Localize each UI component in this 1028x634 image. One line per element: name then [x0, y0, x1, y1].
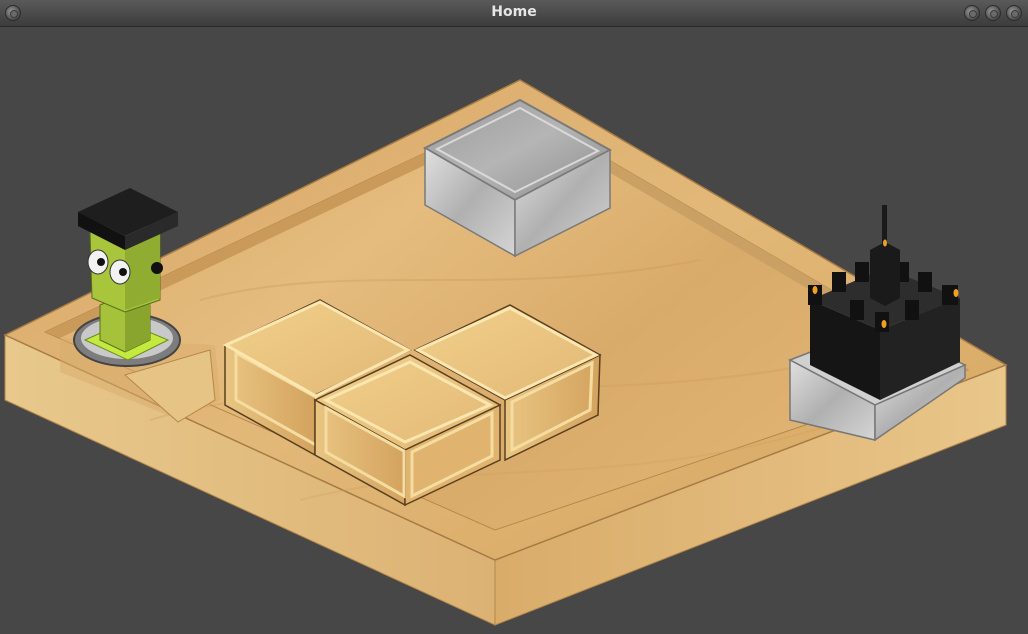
title-bar[interactable]: Home	[0, 0, 1028, 27]
game-viewport[interactable]	[0, 27, 1028, 634]
maximize-button[interactable]	[985, 5, 1001, 21]
window-title: Home	[491, 4, 537, 20]
minimize-button[interactable]	[964, 5, 980, 21]
close-button[interactable]	[1006, 5, 1022, 21]
game-window: Home	[0, 0, 1028, 634]
scene-canvas[interactable]	[0, 27, 1028, 634]
